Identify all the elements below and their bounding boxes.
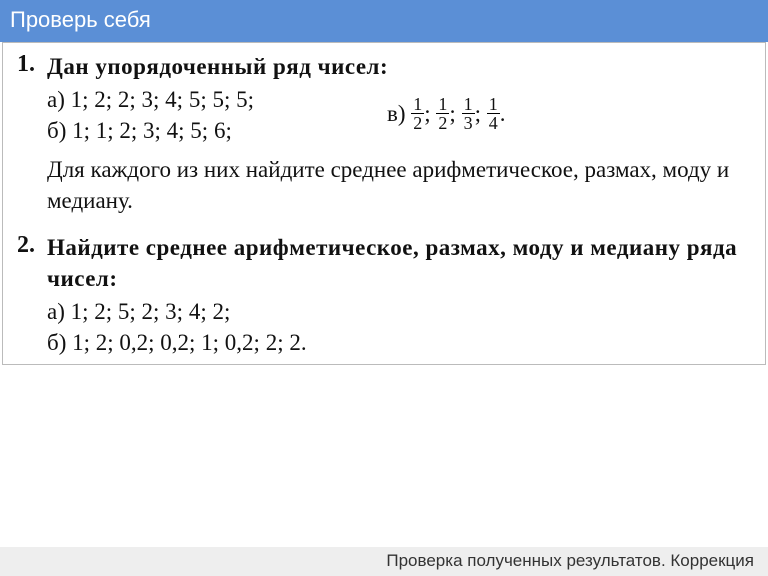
fraction-1: 12 (411, 95, 424, 132)
content-frame: 1. Дан упорядоченный ряд чисел: а) 1; 2;… (2, 42, 766, 365)
problem-2: 2. Найдите среднее арифметическое, разма… (3, 232, 765, 358)
problem-2-option-b: б) 1; 2; 0,2; 0,2; 1; 0,2; 2; 2. (47, 327, 751, 358)
option-v-label: в) (387, 100, 406, 125)
problem-1-option-b: б) 1; 1; 2; 3; 4; 5; 6; (47, 115, 347, 146)
problem-1-statement: Дан упорядоченный ряд чисел: (47, 51, 751, 82)
problem-1-number: 1. (17, 51, 47, 78)
problem-1: 1. Дан упорядоченный ряд чисел: а) 1; 2;… (3, 51, 765, 216)
problem-2-number: 2. (17, 232, 47, 259)
fraction-3: 13 (462, 95, 475, 132)
fraction-4: 14 (487, 95, 500, 132)
slide-header: Проверь себя (0, 0, 768, 42)
header-title: Проверь себя (10, 7, 151, 32)
problem-1-option-a: а) 1; 2; 2; 3; 4; 5; 5; 5; (47, 84, 347, 115)
slide-footer: Проверка полученных результатов. Коррекц… (0, 547, 768, 576)
problem-1-option-v: в) 12; 12; 13; 14. (387, 97, 505, 134)
problem-2-option-a: а) 1; 2; 5; 2; 3; 4; 2; (47, 296, 751, 327)
footer-text: Проверка полученных результатов. Коррекц… (386, 551, 754, 570)
fraction-2: 12 (436, 95, 449, 132)
problem-2-statement: Найдите среднее арифметическое, размах, … (47, 232, 751, 294)
problem-1-instruction: Для каждого из них найдите среднее арифм… (47, 154, 751, 216)
